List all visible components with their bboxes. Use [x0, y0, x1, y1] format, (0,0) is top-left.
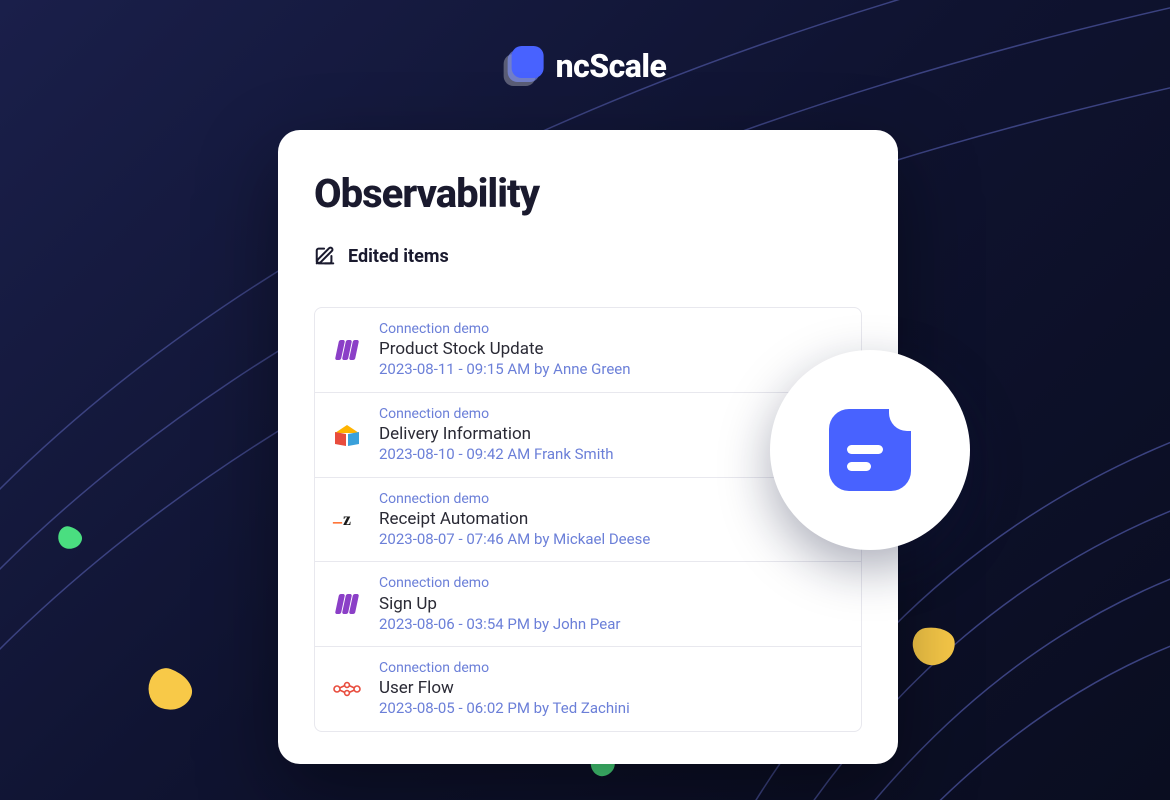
- item-meta: 2023-08-05 - 06:02 PM by Ted Zachini: [379, 699, 843, 719]
- item-connection: Connection demo: [379, 490, 843, 508]
- item-connection: Connection demo: [379, 659, 843, 677]
- decor-blob-yellow: [911, 624, 958, 667]
- decor-blob-green: [56, 524, 85, 551]
- brand-logo: ncScale: [504, 46, 667, 86]
- edit-icon: [314, 245, 336, 267]
- airtable-icon: [333, 421, 361, 449]
- item-title: Receipt Automation: [379, 508, 843, 530]
- document-icon: [829, 409, 911, 491]
- logo-mark-icon: [504, 46, 544, 86]
- item-meta: 2023-08-07 - 07:46 AM by Mickael Deese: [379, 530, 843, 550]
- item-meta: 2023-08-11 - 09:15 AM by Anne Green: [379, 360, 843, 380]
- item-title: Sign Up: [379, 593, 843, 615]
- zapier-icon: z: [333, 505, 361, 533]
- edited-items-list: Connection demo Product Stock Update 202…: [314, 307, 862, 732]
- item-connection: Connection demo: [379, 320, 843, 338]
- list-item[interactable]: Connection demo User Flow 2023-08-05 - 0…: [315, 647, 861, 731]
- make-icon: [333, 590, 361, 618]
- make-icon: [333, 336, 361, 364]
- item-meta: 2023-08-06 - 03:54 PM by John Pear: [379, 615, 843, 635]
- item-connection: Connection demo: [379, 574, 843, 592]
- n8n-icon: [333, 675, 361, 703]
- list-item[interactable]: Connection demo Sign Up 2023-08-06 - 03:…: [315, 562, 861, 647]
- document-badge: [770, 350, 970, 550]
- section-label: Edited items: [348, 246, 449, 267]
- brand-name: ncScale: [556, 47, 667, 85]
- page-title: Observability: [314, 170, 862, 217]
- item-title: Product Stock Update: [379, 338, 843, 360]
- item-title: User Flow: [379, 677, 843, 699]
- list-item[interactable]: Connection demo Product Stock Update 202…: [315, 308, 861, 393]
- decor-blob-yellow: [142, 664, 197, 717]
- section-header: Edited items: [314, 245, 862, 267]
